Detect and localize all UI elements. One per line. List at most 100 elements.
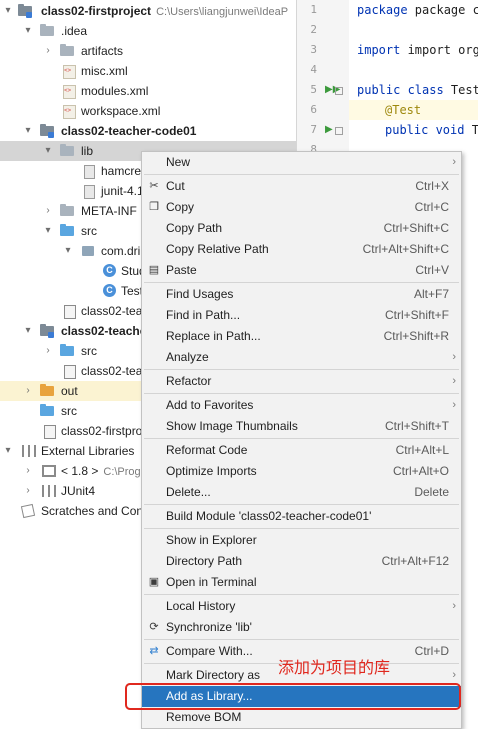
chevron-down-icon[interactable]: ▾: [42, 221, 54, 241]
tree-item-artifacts[interactable]: › artifacts: [0, 41, 296, 61]
class-icon: C: [103, 264, 116, 277]
menu-item-new[interactable]: New ›: [142, 152, 461, 173]
tree-item-workspace-xml[interactable]: workspace.xml: [0, 101, 296, 121]
tree-item-label: class02-teac: [81, 304, 149, 318]
module-folder-icon: [40, 324, 54, 338]
menu-item-local-history[interactable]: Local History ›: [142, 596, 461, 617]
menu-item-optimize-imports[interactable]: Optimize Imports Ctrl+Alt+O: [142, 461, 461, 482]
jdk-path-hint: C:\Prog: [103, 466, 141, 478]
line-number: 1: [310, 3, 317, 16]
menu-item-cut[interactable]: ✂ Cut Ctrl+X: [142, 176, 461, 197]
tree-item-modules-xml[interactable]: modules.xml: [0, 81, 296, 101]
fold-marker-icon[interactable]: [335, 87, 343, 95]
scratches-icon: [20, 503, 36, 519]
menu-item-remove-bom[interactable]: Remove BOM: [142, 707, 461, 728]
menu-item-analyze[interactable]: Analyze ›: [142, 347, 461, 368]
menu-item-find-usages[interactable]: Find Usages Alt+F7: [142, 284, 461, 305]
chevron-down-icon[interactable]: ▾: [2, 441, 14, 461]
menu-item-paste[interactable]: ▤ Paste Ctrl+V: [142, 260, 461, 281]
tree-item-label: class02-teacher-code01: [61, 124, 197, 138]
menu-item-build-module[interactable]: Build Module 'class02-teacher-code01': [142, 506, 461, 527]
tree-item-label: class02-teac: [81, 364, 149, 378]
menu-item-synchronize[interactable]: ⟳ Synchronize 'lib': [142, 617, 461, 638]
chevron-right-icon[interactable]: ›: [42, 341, 54, 361]
tree-item-label: src: [81, 344, 97, 358]
jar-file-icon: [84, 185, 95, 199]
tree-item-label: lib: [81, 144, 94, 158]
run-test-icon[interactable]: ▶: [325, 120, 333, 140]
line-number: 7: [310, 123, 317, 136]
chevron-right-icon[interactable]: ›: [22, 381, 34, 401]
menu-item-find-in-path[interactable]: Find in Path... Ctrl+Shift+F: [142, 305, 461, 326]
fold-marker-icon[interactable]: [335, 127, 343, 135]
module-folder-icon: [18, 4, 32, 18]
chevron-down-icon[interactable]: ▾: [2, 1, 14, 21]
tree-item-idea[interactable]: ▾ .idea: [0, 21, 296, 41]
source-folder-icon: [40, 404, 54, 416]
xml-file-icon: [63, 65, 76, 79]
menu-separator: [144, 594, 459, 595]
tree-item-label: External Libraries: [41, 444, 135, 458]
chevron-right-icon[interactable]: ›: [42, 201, 54, 221]
line-number: 2: [310, 23, 317, 36]
test-class-icon: C: [103, 284, 116, 297]
menu-item-replace-in-path[interactable]: Replace in Path... Ctrl+Shift+R: [142, 326, 461, 347]
folder-icon: [60, 144, 74, 156]
chevron-right-icon[interactable]: ›: [22, 481, 34, 501]
code-line: public class Test: [357, 83, 478, 97]
tree-item-label: Test: [121, 284, 144, 298]
code-annotation: @Test: [385, 103, 422, 117]
tree-item-label: class02-firstpro: [61, 424, 143, 438]
tree-item-misc-xml[interactable]: misc.xml: [0, 61, 296, 81]
chevron-down-icon[interactable]: ▾: [22, 121, 34, 141]
menu-item-refactor[interactable]: Refactor ›: [142, 371, 461, 392]
menu-separator: [144, 438, 459, 439]
line-number: 4: [310, 63, 317, 76]
tree-item-label: < 1.8 >: [61, 464, 99, 478]
chevron-right-icon: ›: [452, 351, 456, 363]
folder-icon: [60, 204, 74, 216]
chevron-down-icon[interactable]: ▾: [42, 141, 54, 161]
menu-item-add-to-favorites[interactable]: Add to Favorites ›: [142, 395, 461, 416]
tree-item-label: workspace.xml: [81, 104, 161, 118]
terminal-icon: ▣: [148, 576, 160, 588]
chevron-down-icon[interactable]: ▾: [22, 21, 34, 41]
tree-item-label: META-INF: [81, 204, 137, 218]
folder-icon: [40, 24, 54, 36]
menu-item-open-in-terminal[interactable]: ▣ Open in Terminal: [142, 572, 461, 593]
tree-item-label: .idea: [61, 24, 88, 38]
menu-item-copy-path[interactable]: Copy Path Ctrl+Shift+C: [142, 218, 461, 239]
source-folder-icon: [60, 224, 74, 236]
library-icon: [42, 485, 56, 497]
chevron-right-icon[interactable]: ›: [22, 461, 34, 481]
menu-item-directory-path[interactable]: Directory Path Ctrl+Alt+F12: [142, 551, 461, 572]
menu-item-show-image-thumbnails[interactable]: Show Image Thumbnails Ctrl+Shift+T: [142, 416, 461, 437]
chevron-down-icon[interactable]: ▾: [62, 241, 74, 261]
menu-item-delete[interactable]: Delete... Delete: [142, 482, 461, 503]
xml-file-icon: [63, 105, 76, 119]
menu-separator: [144, 174, 459, 175]
tree-item-project-root[interactable]: ▾ class02-firstproject C:\Users\liangjunw…: [0, 1, 296, 21]
chevron-right-icon: ›: [452, 375, 456, 387]
menu-item-reformat-code[interactable]: Reformat Code Ctrl+Alt+L: [142, 440, 461, 461]
tree-item-module-code01[interactable]: ▾ class02-teacher-code01: [0, 121, 296, 141]
tree-item-label: modules.xml: [81, 84, 149, 98]
project-path-hint: C:\Users\liangjunwei\IdeaP: [156, 6, 289, 18]
tree-item-label: src: [81, 224, 97, 238]
tree-item-label: JUnit4: [61, 484, 96, 498]
code-line: public void Te: [385, 123, 478, 137]
menu-item-copy-relative-path[interactable]: Copy Relative Path Ctrl+Alt+Shift+C: [142, 239, 461, 260]
tree-item-label: Scratches and Cons: [41, 504, 150, 518]
line-number: 5: [310, 83, 317, 96]
menu-separator: [144, 504, 459, 505]
menu-separator: [144, 528, 459, 529]
menu-item-copy[interactable]: ❐ Copy Ctrl+C: [142, 197, 461, 218]
tree-item-label: out: [61, 384, 78, 398]
folder-icon: [60, 44, 74, 56]
menu-item-show-in-explorer[interactable]: Show in Explorer: [142, 530, 461, 551]
chevron-down-icon[interactable]: ▾: [22, 321, 34, 341]
chevron-right-icon: ›: [452, 156, 456, 168]
menu-separator: [144, 393, 459, 394]
line-number: 3: [310, 43, 317, 56]
chevron-right-icon[interactable]: ›: [42, 41, 54, 61]
